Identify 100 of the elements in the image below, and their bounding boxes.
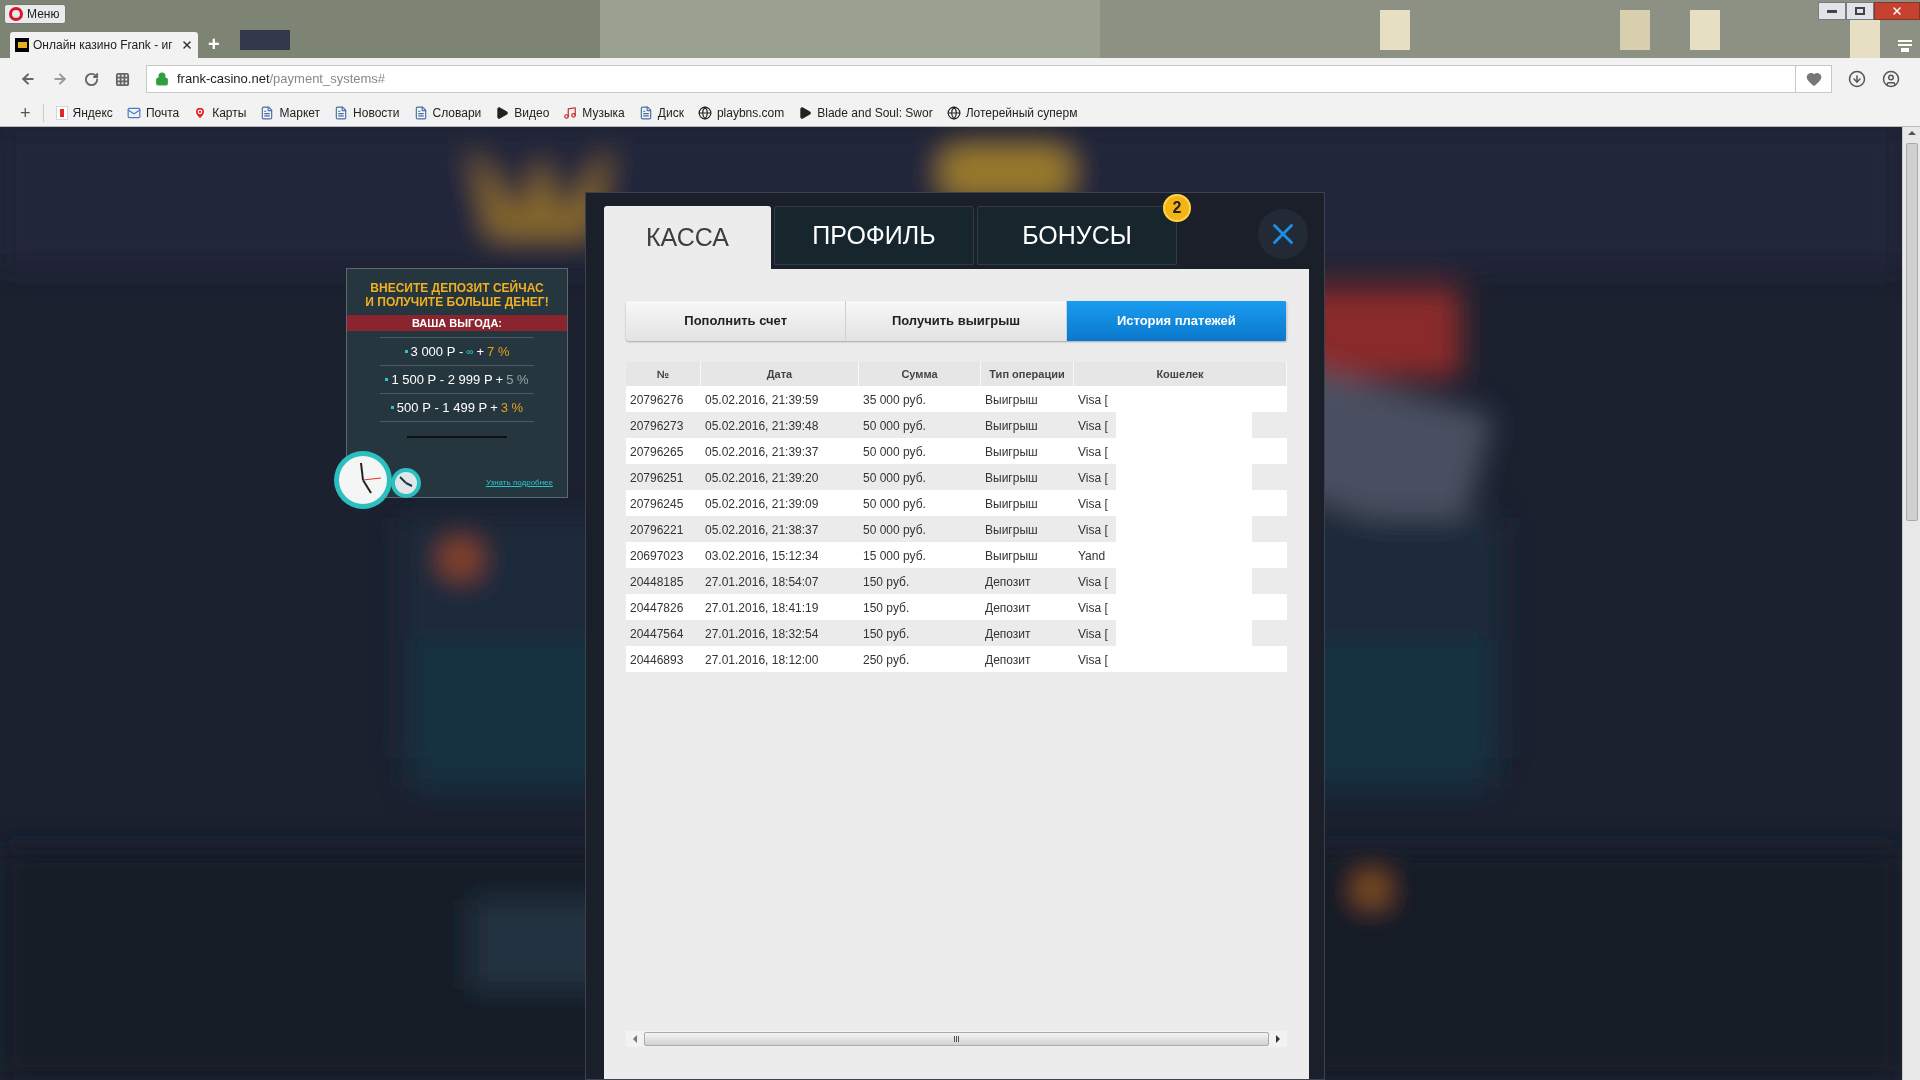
bookmark-link[interactable]: playbns.com — [697, 104, 785, 122]
table-cell: Visa [ — [1078, 523, 1108, 537]
table-cell: 50 000 руб. — [863, 497, 926, 511]
table-cell: 15 000 руб. — [863, 549, 926, 563]
address-field[interactable]: frank-casino.net/payment_systems# — [146, 65, 1832, 93]
modal-tab[interactable]: ПРОФИЛЬ — [774, 206, 974, 265]
vertical-scrollbar[interactable] — [1902, 127, 1920, 1080]
sub-tab[interactable]: Пополнить счет — [626, 301, 847, 341]
bookmark-link[interactable]: Почта — [126, 104, 180, 122]
modal-tab[interactable]: КАССА — [604, 206, 771, 269]
table-cell: 27.01.2016, 18:32:54 — [705, 627, 819, 641]
table-cell: Visa [ — [1078, 393, 1108, 407]
back-icon[interactable] — [20, 71, 36, 87]
forward-icon[interactable] — [52, 71, 68, 87]
bookmark-link[interactable]: Маркет — [260, 104, 321, 122]
table-cell: Выигрыш — [985, 393, 1038, 407]
table-cell: 05.02.2016, 21:39:20 — [705, 471, 819, 485]
table-cell: Депозит — [985, 627, 1031, 641]
bookmark-link[interactable]: Карты — [193, 104, 247, 122]
table-cell: Visa [ — [1078, 497, 1108, 511]
maximize-button[interactable] — [1846, 2, 1874, 20]
bonus-tier: 500 Р - 1 499 Р + 3 % — [380, 393, 534, 421]
menu-button[interactable]: Меню — [4, 4, 67, 24]
reload-icon[interactable] — [84, 71, 99, 87]
table-cell: 150 руб. — [863, 601, 910, 615]
logo-icon — [9, 7, 23, 21]
table-cell: Выигрыш — [985, 523, 1038, 537]
bookmark-link[interactable]: Диск — [638, 104, 684, 122]
sub-tab[interactable]: История платежей — [1066, 301, 1287, 341]
table-cell: 50 000 руб. — [863, 419, 926, 433]
bookmark-link[interactable]: Музыка — [563, 104, 625, 122]
notification-badge: 2 — [1163, 194, 1191, 222]
table-cell: Visa [ — [1078, 471, 1108, 485]
bookmark-link[interactable]: Яндекс — [55, 104, 113, 122]
globe-icon — [697, 106, 712, 120]
page-icon — [638, 106, 653, 120]
browser-tab[interactable]: Онлайн казино Frank - иг — [10, 32, 198, 58]
table-cell: Visa [ — [1078, 575, 1108, 589]
table-cell: 20796276 — [630, 393, 684, 407]
table-cell: Visa [ — [1078, 601, 1108, 615]
lock-icon — [155, 72, 169, 86]
details-link[interactable]: Узнать подробнее — [485, 477, 553, 489]
table-cell: 27.01.2016, 18:12:00 — [705, 653, 819, 667]
table-cell: 35 000 руб. — [863, 393, 926, 407]
close-button[interactable] — [1258, 209, 1308, 259]
add-bookmark-button[interactable]: + — [20, 104, 31, 122]
table-cell: 20796221 — [630, 523, 684, 537]
table-cell: 150 руб. — [863, 575, 910, 589]
close-icon — [1891, 5, 1903, 17]
bonus-tier: 3 000 Р - ∞ + 7 % — [380, 337, 534, 365]
bookmark-link[interactable]: Лотерейный суперм — [946, 104, 1078, 122]
user-icon[interactable] — [1882, 70, 1900, 88]
page-icon — [260, 106, 275, 120]
table-cell: 27.01.2016, 18:41:19 — [705, 601, 819, 615]
new-tab-button[interactable]: + — [208, 34, 220, 54]
table-cell: 05.02.2016, 21:39:37 — [705, 445, 819, 459]
envelope-icon — [126, 106, 141, 120]
minimize-button[interactable] — [1818, 2, 1846, 20]
table-cell: 20796245 — [630, 497, 684, 511]
table-cell: 05.02.2016, 21:38:37 — [705, 523, 819, 537]
table-cell: 50 000 руб. — [863, 445, 926, 459]
map-pin-icon — [193, 106, 208, 120]
table-cell: 50 000 руб. — [863, 471, 926, 485]
bookmark-link[interactable]: Новости — [334, 104, 400, 122]
benefit-label: ВАША ВЫГОДА: — [347, 315, 567, 331]
grid-icon[interactable] — [115, 71, 130, 87]
bonus-tier: 1 500 Р - 2 999 Р + 5 % — [380, 365, 534, 393]
horizontal-scrollbar[interactable] — [626, 1031, 1287, 1047]
table-cell: 20447826 — [630, 601, 684, 615]
tab-title: Онлайн казино Frank - иг — [33, 37, 174, 54]
music-note-icon — [563, 106, 578, 120]
close-icon[interactable] — [181, 39, 193, 51]
table-cell: Visa [ — [1078, 445, 1108, 459]
bookmark-link[interactable]: Видео — [495, 104, 550, 122]
table-cell: Депозит — [985, 601, 1031, 615]
sub-tab[interactable]: Получить выигрыш — [846, 301, 1067, 341]
promo-headline: ВНЕСИТЕ ДЕПОЗИТ СЕЙЧАС И ПОЛУЧИТЕ БОЛЬШЕ ДЕНЕГ! — [365, 281, 549, 309]
table-cell: Депозит — [985, 653, 1031, 667]
page-icon — [334, 106, 349, 120]
table-cell: 20447564 — [630, 627, 684, 641]
bookmark-link[interactable]: Blade and Soul: Swor — [798, 104, 933, 122]
table-cell: 03.02.2016, 15:12:34 — [705, 549, 819, 563]
download-icon[interactable] — [1848, 70, 1866, 88]
table-cell: 20796265 — [630, 445, 684, 459]
bookmark-link[interactable]: Словари — [413, 104, 482, 122]
table-cell: 250 руб. — [863, 653, 910, 667]
heart-icon[interactable] — [1805, 71, 1822, 87]
table-cell: 150 руб. — [863, 627, 910, 641]
table-cell: 05.02.2016, 21:39:09 — [705, 497, 819, 511]
table-cell: Visa [ — [1078, 627, 1108, 641]
close-window-button[interactable] — [1874, 2, 1920, 20]
table-cell: Депозит — [985, 575, 1031, 589]
menu-icon[interactable] — [1898, 40, 1912, 52]
table-cell: 20448185 — [630, 575, 684, 589]
table-cell: 20796251 — [630, 471, 684, 485]
table-cell: 20697023 — [630, 549, 684, 563]
table-cell: 20796273 — [630, 419, 684, 433]
table-cell: 27.01.2016, 18:54:07 — [705, 575, 819, 589]
table-cell: 50 000 руб. — [863, 523, 926, 537]
table-cell: Visa [ — [1078, 653, 1108, 667]
